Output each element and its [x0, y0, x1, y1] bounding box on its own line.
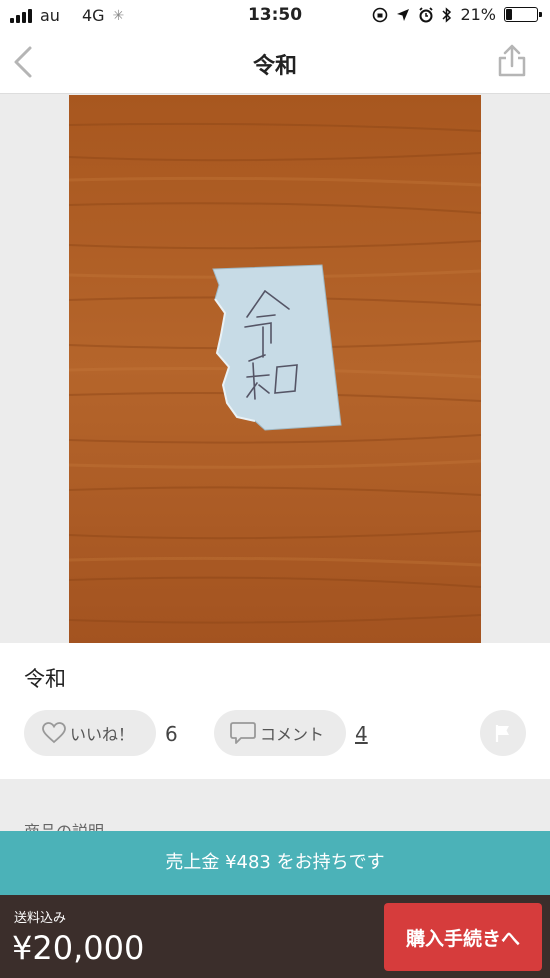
buy-button-label: 購入手続きへ [405, 927, 520, 950]
battery-icon [504, 7, 542, 22]
page-title: 令和 [252, 54, 297, 79]
price: ¥20,000 [12, 929, 145, 967]
battery-percent: 21% [460, 5, 496, 24]
comment-count[interactable]: 4 [355, 722, 368, 746]
comment-button[interactable]: コメント [214, 710, 346, 756]
alarm-icon [419, 6, 434, 22]
orientation-lock-icon [373, 7, 388, 22]
purchase-bar: 送料込み ¥20,000 購入手続きへ [0, 895, 550, 978]
share-button[interactable] [496, 44, 528, 78]
comment-label: コメント [260, 725, 325, 744]
sales-balance-banner[interactable]: 売上金 ¥483 をお持ちです [0, 831, 550, 895]
like-button[interactable]: いいね！ [24, 710, 156, 756]
report-button[interactable] [480, 710, 526, 756]
product-image-area [0, 95, 550, 643]
status-right: 21% [372, 5, 542, 24]
like-label: いいね！ [70, 725, 135, 744]
like-count: 6 [165, 722, 178, 746]
bluetooth-icon [442, 6, 452, 23]
status-bar: au 4G ✳ 13:50 21% [0, 0, 550, 30]
nav-bar: 令和 [0, 30, 550, 94]
item-name: 令和 [24, 667, 66, 691]
shipping-label: 送料込み [14, 911, 67, 926]
heart-icon [42, 722, 66, 744]
buy-button[interactable]: 購入手続きへ [384, 903, 542, 971]
location-icon [397, 8, 410, 21]
comment-bubble-icon [230, 722, 256, 744]
product-photo[interactable] [69, 95, 481, 643]
sales-balance-text: 売上金 ¥483 をお持ちです [165, 852, 385, 873]
flag-icon [495, 725, 509, 742]
item-info: 令和 いいね！ 6 コメント 4 [0, 643, 550, 779]
